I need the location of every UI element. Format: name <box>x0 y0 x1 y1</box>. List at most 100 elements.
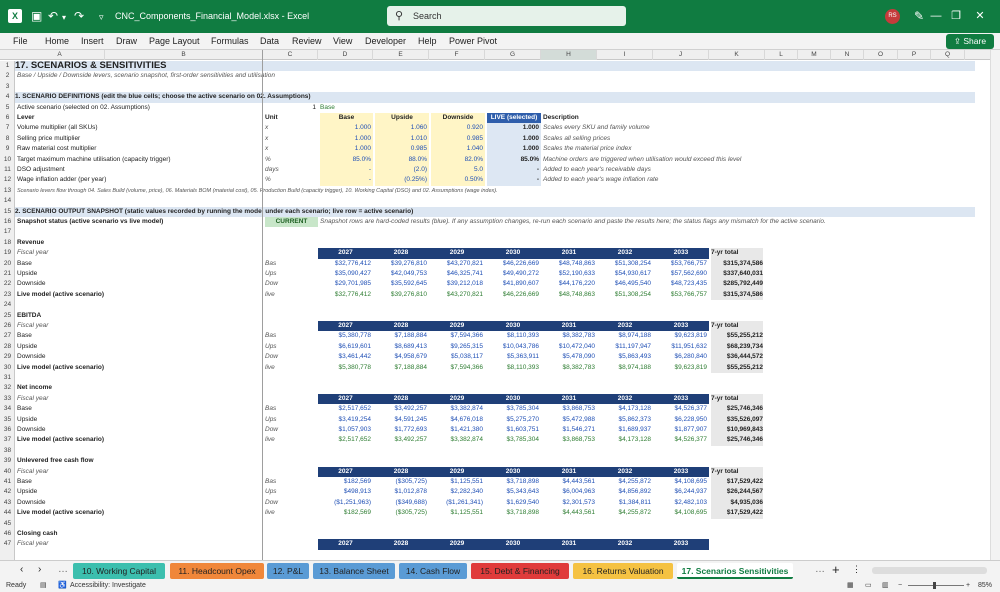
cell-f8[interactable]: 0.985 <box>431 133 485 145</box>
cell-c30[interactable]: live <box>265 363 275 373</box>
cell-c5[interactable]: 1 <box>265 103 316 113</box>
cell-f44[interactable]: $1,125,551 <box>431 508 483 518</box>
cell-j21[interactable]: $57,562,690 <box>655 269 707 279</box>
cell-f37[interactable]: $3,382,874 <box>431 435 483 445</box>
cell-g29[interactable]: $5,363,911 <box>487 352 539 362</box>
cell-h34[interactable]: $3,868,753 <box>543 404 595 414</box>
cell-d21[interactable]: $35,090,427 <box>320 269 371 279</box>
cell-e10[interactable]: 88.0% <box>375 154 429 165</box>
sheet-tab[interactable]: 14. Cash Flow <box>399 563 467 579</box>
row-header[interactable]: 44 <box>0 508 15 518</box>
cell-j30[interactable]: $9,623,819 <box>655 363 707 373</box>
cell-a15[interactable]: 2. SCENARIO OUTPUT SNAPSHOT (static valu… <box>15 206 975 217</box>
cell-j28[interactable]: $11,951,632 <box>655 342 707 352</box>
cell-a5[interactable]: Active scenario (selected on 02. Assumpt… <box>17 103 150 113</box>
cell-e35[interactable]: $4,591,245 <box>375 415 427 425</box>
row-header[interactable]: 37 <box>0 435 15 445</box>
cell-i35[interactable]: $5,862,373 <box>599 415 651 425</box>
cell-i44[interactable]: $4,255,872 <box>599 508 651 518</box>
cell-j42[interactable]: $6,244,937 <box>655 487 707 497</box>
row-header[interactable]: 19 <box>0 248 15 258</box>
cell-f33[interactable]: 2029 <box>429 393 485 405</box>
cell-h20[interactable]: $48,748,863 <box>543 259 595 269</box>
row-header[interactable]: 3 <box>0 82 15 92</box>
row-header[interactable]: 6 <box>0 113 15 123</box>
cell-f34[interactable]: $3,382,874 <box>431 404 483 414</box>
cell-k35[interactable]: $35,526,097 <box>711 414 763 425</box>
cell-a13[interactable]: Scenario levers flow through 04. Sales B… <box>17 186 498 196</box>
cell-f27[interactable]: $7,594,366 <box>431 331 483 341</box>
column-header-q[interactable]: Q <box>931 50 965 60</box>
cell-k43[interactable]: $4,935,036 <box>711 497 763 509</box>
cell-i40[interactable]: 2032 <box>597 466 653 477</box>
column-header-d[interactable]: D <box>318 50 373 60</box>
cell-a36[interactable]: Downside <box>17 425 46 435</box>
cell-i23[interactable]: $51,308,254 <box>599 290 651 300</box>
cell-g22[interactable]: $41,890,607 <box>487 279 539 289</box>
cell-g10[interactable]: 85.0% <box>487 154 541 165</box>
row-header[interactable]: 13 <box>0 186 15 196</box>
cell-k19[interactable]: 7-yr total <box>711 248 763 259</box>
row-header[interactable]: 27 <box>0 331 15 341</box>
cell-d27[interactable]: $5,380,778 <box>320 331 371 341</box>
row-header[interactable]: 28 <box>0 342 15 352</box>
ribbon-tab-page-layout[interactable]: Page Layout <box>149 36 200 46</box>
cell-f6[interactable]: Downside <box>431 113 485 124</box>
cell-a11[interactable]: DSO adjustment <box>17 165 65 175</box>
cell-e21[interactable]: $42,049,753 <box>375 269 427 279</box>
share-button[interactable]: ⇪ Share <box>946 34 994 49</box>
row-header[interactable]: 12 <box>0 175 15 185</box>
cell-c35[interactable]: Ups <box>265 415 277 425</box>
cell-d40[interactable]: 2027 <box>318 466 373 477</box>
search-input[interactable]: ⚲ Search <box>387 6 626 26</box>
undo-icon[interactable]: ↶ <box>48 9 58 23</box>
cell-i27[interactable]: $8,974,188 <box>599 331 651 341</box>
cell-a4[interactable]: 1. SCENARIO DEFINITIONS (edit the blue c… <box>15 92 975 103</box>
column-header-o[interactable]: O <box>864 50 898 60</box>
cell-i41[interactable]: $4,255,872 <box>599 477 651 487</box>
cell-g28[interactable]: $10,043,786 <box>487 342 539 352</box>
row-header[interactable]: 47 <box>0 539 15 549</box>
cell-g26[interactable]: 2030 <box>485 321 541 332</box>
cell-d41[interactable]: $182,569 <box>320 477 371 487</box>
cell-a25[interactable]: EBITDA <box>17 311 41 321</box>
cell-a46[interactable]: Closing cash <box>17 529 57 539</box>
sheet-tab[interactable]: 13. Balance Sheet <box>313 563 395 579</box>
zoom-slider-thumb[interactable] <box>933 582 936 589</box>
row-header[interactable]: 11 <box>0 165 15 175</box>
row-header[interactable]: 2 <box>0 71 15 81</box>
row-header[interactable]: 16 <box>0 217 15 227</box>
cell-d43[interactable]: ($1,251,963) <box>320 498 371 508</box>
cell-a47[interactable]: Fiscal year <box>17 539 48 549</box>
row-header[interactable]: 36 <box>0 425 15 435</box>
cell-f43[interactable]: ($1,261,341) <box>431 498 483 508</box>
row-header[interactable]: 4 <box>0 92 15 102</box>
cell-g43[interactable]: $1,629,540 <box>487 498 539 508</box>
cell-c21[interactable]: Ups <box>265 269 277 279</box>
cell-g37[interactable]: $3,785,304 <box>487 435 539 445</box>
cell-k34[interactable]: $25,746,346 <box>711 404 763 415</box>
cell-h37[interactable]: $3,868,753 <box>543 435 595 445</box>
cell-a6[interactable]: Lever <box>17 113 34 123</box>
cell-k20[interactable]: $315,374,586 <box>711 258 763 269</box>
cell-f26[interactable]: 2029 <box>429 321 485 332</box>
cell-k37[interactable]: $25,746,346 <box>711 435 763 446</box>
cell-e19[interactable]: 2028 <box>373 248 429 259</box>
zoom-level[interactable]: 85% <box>978 580 992 592</box>
row-header[interactable]: 17 <box>0 227 15 237</box>
cell-k29[interactable]: $36,444,572 <box>711 352 763 363</box>
cell-g27[interactable]: $8,110,393 <box>487 331 539 341</box>
cell-a20[interactable]: Base <box>17 259 32 269</box>
ribbon-tab-draw[interactable]: Draw <box>116 36 137 46</box>
cell-g8[interactable]: 1.000 <box>487 133 541 145</box>
cell-a8[interactable]: Selling price multiplier <box>17 134 80 144</box>
cell-d34[interactable]: $2,517,652 <box>320 404 371 414</box>
sheet-tab[interactable]: 15. Debt & Financing <box>471 563 569 579</box>
cell-c42[interactable]: Ups <box>265 487 277 497</box>
cell-e8[interactable]: 1.010 <box>375 133 429 145</box>
cell-k30[interactable]: $55,255,212 <box>711 362 763 373</box>
horizontal-scrollbar[interactable] <box>872 567 987 574</box>
more-sheets-left-icon[interactable]: … <box>58 564 68 575</box>
prev-sheet-icon[interactable]: ‹ <box>20 564 23 575</box>
column-header-b[interactable]: B <box>105 50 263 60</box>
